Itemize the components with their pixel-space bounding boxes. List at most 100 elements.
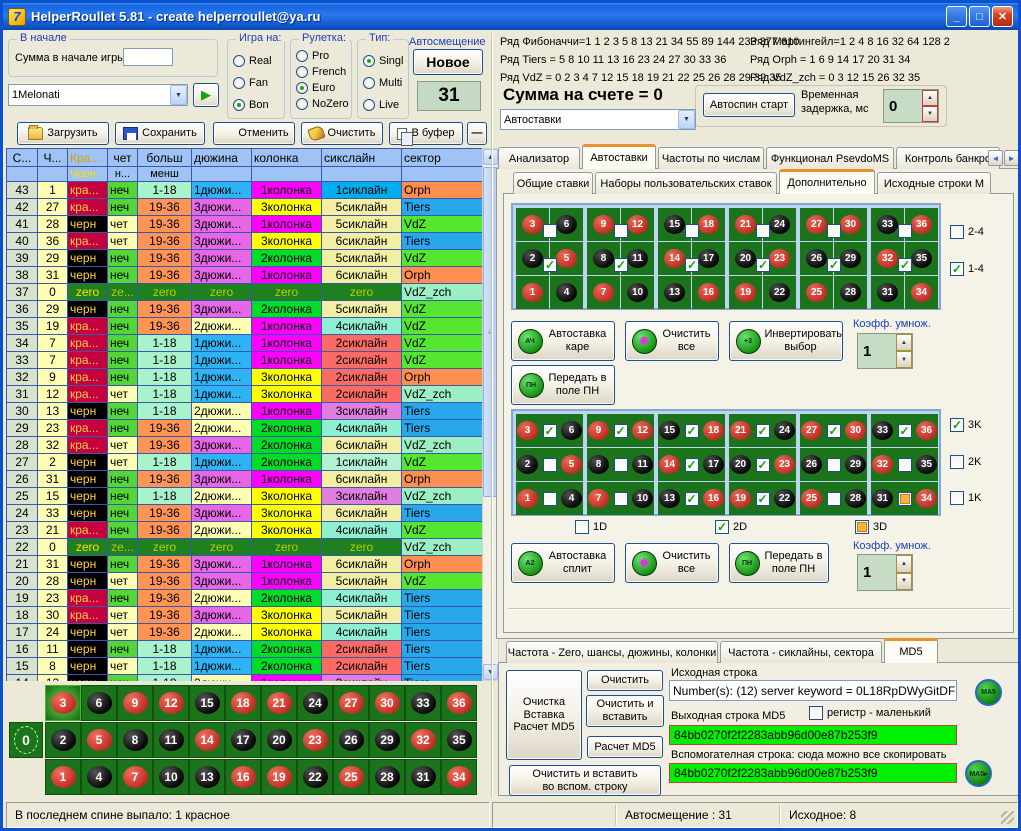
chevron-down-icon[interactable]: ▼ xyxy=(678,110,695,129)
checkbox-1-4[interactable] xyxy=(950,262,964,276)
split-checkbox-2-5[interactable] xyxy=(543,458,557,472)
koef-spinner-1[interactable]: 1 ▲▼ xyxy=(857,333,913,369)
carre-grid-cell-25[interactable]: 25 xyxy=(800,276,833,309)
md5-copy-icon[interactable]: МА5▸ xyxy=(965,760,992,787)
checkbox-2D[interactable] xyxy=(715,520,729,534)
carre-grid-cell-16[interactable]: 16 xyxy=(692,276,725,309)
split-checkbox-9-12[interactable] xyxy=(614,424,628,438)
split-checkbox-8-11[interactable] xyxy=(614,458,628,472)
spin-up-icon[interactable]: ▲ xyxy=(922,90,938,106)
carre-grid-cell-10[interactable]: 10 xyxy=(621,276,654,309)
chevron-down-icon[interactable]: ▼ xyxy=(170,85,187,105)
register-checkbox[interactable] xyxy=(809,706,823,720)
radio-multi[interactable]: Multi xyxy=(363,72,403,94)
tab-scroll-right-icon[interactable]: ► xyxy=(1004,150,1019,166)
md5-clear-paste-aux-button[interactable]: Очистить и вставить во вспом. строку xyxy=(509,765,661,796)
dozen-check-2D[interactable]: 2D xyxy=(715,520,747,534)
spin-down-icon[interactable]: ▼ xyxy=(896,351,912,368)
split-side-check-3K[interactable]: 3K xyxy=(950,418,981,432)
toolbar-undo-button[interactable]: Отменить xyxy=(213,122,295,145)
autobet-carre-button[interactable]: АЧ Автоставка каре xyxy=(511,321,615,361)
split-checkbox-32-35[interactable] xyxy=(898,458,912,472)
split-checkbox-20-23[interactable] xyxy=(756,458,770,472)
md5-aux-field[interactable]: 84bb0270f2f2283abb96d00e87b253f9 xyxy=(669,763,957,783)
tab-sub-3[interactable]: Дополнительно xyxy=(779,169,875,194)
carre-checkbox-r2-1[interactable] xyxy=(543,258,557,272)
dozen-check-1D[interactable]: 1D xyxy=(575,520,607,534)
transfer-pn-button-1[interactable]: ПН Передать в поле ПН xyxy=(511,365,615,405)
md5-output-field[interactable]: 84bb0270f2f2283abb96d00e87b253f9 xyxy=(669,725,957,745)
clear-all-carre-button[interactable]: ✸ Очистить все xyxy=(625,321,719,361)
new-button[interactable]: Новое xyxy=(413,49,483,75)
board-cell-31[interactable]: 31 xyxy=(405,759,441,795)
tab-main-2[interactable]: Автоставки xyxy=(582,144,656,169)
checkbox-3D[interactable] xyxy=(855,520,869,534)
board-cell-26[interactable]: 26 xyxy=(333,722,369,758)
carre-grid-cell-31[interactable]: 31 xyxy=(871,276,904,309)
tab-bottom-2[interactable]: Частота - сиклайны, сектора xyxy=(720,641,882,663)
board-cell-18[interactable]: 18 xyxy=(225,685,261,721)
toolbar-brush-button[interactable]: Очистить xyxy=(301,122,383,145)
board-cell-29[interactable]: 29 xyxy=(369,722,405,758)
board-cell-28[interactable]: 28 xyxy=(369,759,405,795)
split-checkbox-26-29[interactable] xyxy=(827,458,841,472)
carre-checkbox-r2-4[interactable] xyxy=(756,258,770,272)
board-cell-8[interactable]: 8 xyxy=(117,722,153,758)
carre-checkbox-r1-2[interactable] xyxy=(614,224,628,238)
tab-main-5[interactable]: Контроль банкро xyxy=(896,147,1000,169)
board-cell-7[interactable]: 7 xyxy=(117,759,153,795)
radio-nozero[interactable]: NoZero xyxy=(296,96,349,112)
tab-main-1[interactable]: Анализатор xyxy=(498,147,580,169)
board-cell-22[interactable]: 22 xyxy=(297,759,333,795)
carre-checkbox-r2-5[interactable] xyxy=(827,258,841,272)
board-cell-21[interactable]: 21 xyxy=(261,685,297,721)
radio-real[interactable]: Real xyxy=(233,50,272,72)
radio-pro[interactable]: Pro xyxy=(296,48,349,64)
board-cell-zero[interactable]: 0 xyxy=(9,722,43,758)
autobet-split-button[interactable]: А2 Автоставка сплит xyxy=(511,543,615,583)
board-cell-2[interactable]: 2 xyxy=(45,722,81,758)
board-cell-10[interactable]: 10 xyxy=(153,759,189,795)
carre-grid-cell-22[interactable]: 22 xyxy=(763,276,796,309)
carre-checkbox-r1-3[interactable] xyxy=(685,224,699,238)
board-cell-15[interactable]: 15 xyxy=(189,685,225,721)
carre-side-check-1-4[interactable]: 1-4 xyxy=(950,262,984,276)
tab-bottom-3[interactable]: MD5 xyxy=(884,638,938,663)
spin-down-icon[interactable]: ▼ xyxy=(922,106,938,122)
carre-grid-cell-19[interactable]: 19 xyxy=(729,276,762,309)
board-cell-17[interactable]: 17 xyxy=(225,722,261,758)
toolbar-copy-button[interactable]: В буфер xyxy=(389,122,463,145)
board-cell-27[interactable]: 27 xyxy=(333,685,369,721)
radio-euro[interactable]: Euro xyxy=(296,80,349,96)
board-cell-23[interactable]: 23 xyxy=(297,722,333,758)
checkbox-3K[interactable] xyxy=(950,418,964,432)
checkbox-2K[interactable] xyxy=(950,455,964,469)
radio-french[interactable]: French xyxy=(296,64,349,80)
md5-clear-button[interactable]: Очистить xyxy=(587,670,663,691)
board-cell-12[interactable]: 12 xyxy=(153,685,189,721)
radio-fan[interactable]: Fan xyxy=(233,72,272,94)
delay-spinner[interactable]: 0 ▲▼ xyxy=(883,89,939,123)
carre-checkbox-r1-4[interactable] xyxy=(756,224,770,238)
carre-grid-cell-7[interactable]: 7 xyxy=(587,276,620,309)
carre-checkbox-r1-6[interactable] xyxy=(898,224,912,238)
tab-sub-4[interactable]: Исходные строки М xyxy=(877,172,991,194)
checkbox-1D[interactable] xyxy=(575,520,589,534)
spin-up-icon[interactable]: ▲ xyxy=(896,555,912,573)
carre-grid-cell-28[interactable]: 28 xyxy=(834,276,867,309)
split-checkbox-15-18[interactable] xyxy=(685,424,699,438)
profile-combobox[interactable]: 1Melonati ▼ xyxy=(8,84,188,106)
checkbox-2-4[interactable] xyxy=(950,225,964,239)
board-cell-5[interactable]: 5 xyxy=(81,722,117,758)
carre-grid-cell-4[interactable]: 4 xyxy=(550,276,583,309)
tab-sub-1[interactable]: Общие ставки xyxy=(513,172,593,194)
md5-big-button[interactable]: Очистка Вставка Расчет MD5 xyxy=(506,670,582,760)
radio-singl[interactable]: Singl xyxy=(363,50,403,72)
board-cell-6[interactable]: 6 xyxy=(81,685,117,721)
split-checkbox-19-22[interactable] xyxy=(756,492,770,506)
split-checkbox-13-16[interactable] xyxy=(685,492,699,506)
toolbar-save-disk-button[interactable]: Сохранить xyxy=(115,122,205,145)
tab-main-3[interactable]: Частоты по числам xyxy=(658,147,764,169)
board-cell-11[interactable]: 11 xyxy=(153,722,189,758)
spin-up-icon[interactable]: ▲ xyxy=(896,334,912,351)
